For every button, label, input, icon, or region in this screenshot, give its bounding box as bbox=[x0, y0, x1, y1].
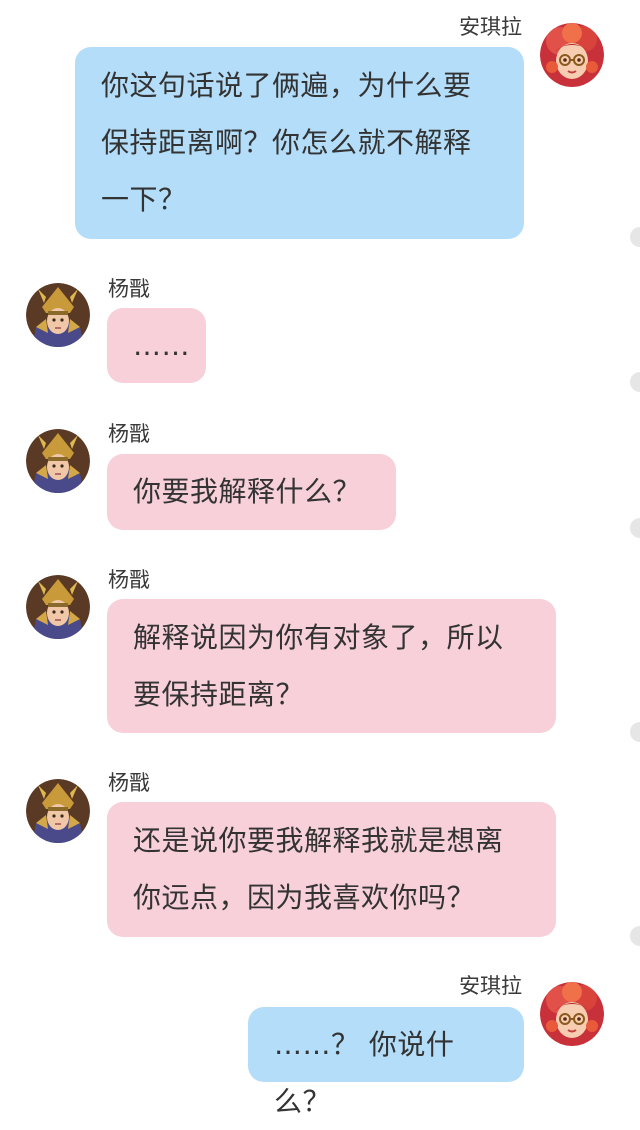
message-bubble[interactable]: 你这句话说了俩遍，为什么要 保持距离啊？你怎么就不解释 一下？ bbox=[75, 47, 524, 239]
scroll-dot bbox=[630, 926, 640, 946]
scroll-dot bbox=[630, 372, 640, 392]
scroll-dot bbox=[630, 722, 640, 742]
message-line: …… bbox=[133, 329, 190, 362]
message-bubble[interactable]: 还是说你要我解释我就是想离 你远点，因为我喜欢你吗？ bbox=[107, 802, 556, 937]
message-line: 保持距离啊？你怎么就不解释 bbox=[101, 126, 472, 159]
armored-warrior-avatar-icon[interactable] bbox=[26, 429, 90, 493]
sender-name: 杨戬 bbox=[108, 277, 150, 301]
message-line: 解释说因为你有对象了，所以 bbox=[133, 621, 504, 654]
message-line: ……？ 你说什么？ bbox=[274, 1028, 455, 1118]
message-line: 你远点，因为我喜欢你吗？ bbox=[133, 881, 476, 914]
message-bubble[interactable]: 解释说因为你有对象了，所以 要保持距离？ bbox=[107, 599, 556, 733]
red-haired-girl-avatar-icon[interactable] bbox=[540, 982, 604, 1046]
scroll-dot bbox=[630, 227, 640, 247]
message-bubble[interactable]: …… bbox=[107, 308, 206, 383]
message-line: 还是说你要我解释我就是想离 bbox=[133, 824, 504, 857]
message-line: 你这句话说了俩遍，为什么要 bbox=[101, 69, 472, 102]
message-line: 一下？ bbox=[101, 183, 187, 216]
message-bubble[interactable]: ……？ 你说什么？ bbox=[248, 1007, 524, 1118]
red-haired-girl-avatar-icon[interactable] bbox=[540, 23, 604, 87]
message-line: 你要我解释什么？ bbox=[133, 475, 362, 508]
sender-name: 杨戬 bbox=[108, 568, 150, 592]
sender-name: 安琪拉 bbox=[459, 15, 522, 39]
sender-name: 安琪拉 bbox=[459, 974, 522, 998]
sender-name: 杨戬 bbox=[108, 422, 150, 446]
message-line: 要保持距离？ bbox=[133, 678, 305, 711]
message-bubble[interactable]: 你要我解释什么？ bbox=[107, 454, 396, 530]
armored-warrior-avatar-icon[interactable] bbox=[26, 283, 90, 347]
sender-name: 杨戬 bbox=[108, 771, 150, 795]
armored-warrior-avatar-icon[interactable] bbox=[26, 575, 90, 639]
armored-warrior-avatar-icon[interactable] bbox=[26, 779, 90, 843]
scroll-dot bbox=[630, 518, 640, 538]
